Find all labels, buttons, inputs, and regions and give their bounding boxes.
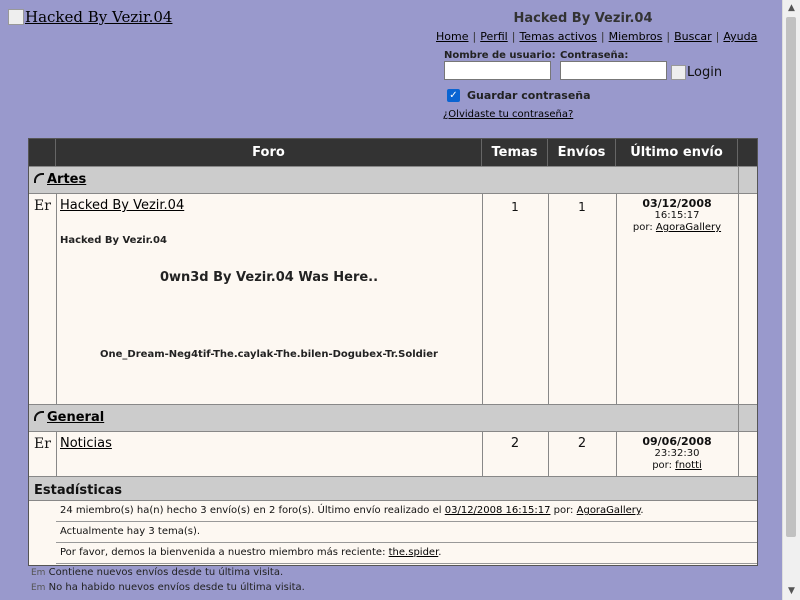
forum-description-title: Hacked By Vezir.04 [60,235,167,246]
header-topics: Temas [482,139,548,166]
forum-status-icon: Er [34,436,51,452]
header-extra-cell [738,139,757,166]
last-post-user-link[interactable]: fnotti [675,460,702,471]
stats-last-post-link[interactable]: 03/12/2008 16:15:17 [445,505,551,516]
header-forum: Foro [56,139,482,166]
login-button-label: Login [687,65,723,80]
nav-separator: | [666,30,671,43]
header-last-post: Último envío [616,139,738,166]
top-navigation: Home | Perfil | Temas activos | Miembros | Busca… [436,30,757,43]
forum-description-credits: One_Dream-Neg4tif-The.caylak-The.bilen-D… [100,349,438,360]
stats-period: . [438,547,442,558]
forum-link[interactable]: Noticias [60,436,112,451]
category-link-artes[interactable]: Artes [47,172,86,187]
newest-member-link[interactable]: the.spider [389,547,439,558]
legend-no-new-posts: Em No ha habido nuevos envíos desde tu ú… [31,582,305,593]
broken-image-icon [8,9,24,25]
stats-welcome-text: Por favor, demos la bienvenida a nuestro… [60,547,386,558]
no-new-posts-icon: Em [31,583,46,593]
stats-by-label: por: [553,505,574,516]
forum-topics-count: 2 [510,436,520,451]
legend-new-posts: Em Contiene nuevos envíos desde tu últim… [31,567,283,578]
category-link-general[interactable]: General [47,410,104,425]
column-divider [738,405,739,431]
nav-members-link[interactable]: Miembros [609,30,663,43]
site-title: Hacked By Vezir.04 [513,11,653,26]
password-label: Contraseña: [560,50,629,61]
stats-posts-text: 24 miembro(s) ha(n) hecho 3 envío(s) en … [60,505,442,516]
column-divider [56,432,57,476]
site-logo-link[interactable]: Hacked By Vezir.04 [8,8,172,26]
username-label: Nombre de usuario: [444,50,556,61]
header-icon-cell [29,139,56,166]
category-row-general: General [29,404,757,432]
stats-line-newest-member: Por favor, demos la bienvenida a nuestro… [56,543,757,564]
broken-image-icon [671,65,686,80]
scrollbar-thumb[interactable] [786,17,796,537]
forgot-password-link[interactable]: ¿Olvidaste tu contraseña? [443,109,573,120]
scroll-down-arrow-icon[interactable]: ▼ [783,583,800,600]
column-divider [548,194,549,404]
last-post-time: 23:32:30 [654,448,700,459]
column-divider [738,432,739,476]
nav-search-link[interactable]: Buscar [674,30,712,43]
remember-password[interactable]: ✓ Guardar contraseña [447,89,591,102]
last-post-author: por: AgoraGallery [616,222,738,234]
column-divider [738,167,739,193]
last-post-author: por: fnotti [616,460,738,472]
category-collapse-icon[interactable] [34,173,44,183]
column-divider [56,194,57,404]
username-input[interactable] [444,61,551,80]
last-post-user-link[interactable]: AgoraGallery [656,222,721,233]
remember-checkbox[interactable]: ✓ [447,89,460,102]
vertical-scrollbar[interactable]: ▲ ▼ [782,0,800,600]
stats-line-topics: Actualmente hay 3 tema(s). [56,522,757,543]
new-posts-icon: Em [31,568,46,578]
category-row-artes: Artes [29,166,757,194]
login-button[interactable]: Login [671,65,722,80]
forum-status-icon: Er [34,198,51,214]
stats-line-posts: 24 miembro(s) ha(n) hecho 3 envío(s) en … [56,501,757,522]
forum-last-post: 03/12/2008 16:15:17 por: AgoraGallery [616,198,738,234]
legend-no-new-posts-text: No ha habido nuevos envíos desde tu últi… [48,582,305,593]
nav-separator: | [600,30,605,43]
stats-period: . [640,505,644,516]
nav-separator: | [715,30,720,43]
forum-link[interactable]: Hacked By Vezir.04 [60,198,184,213]
stats-spacer [29,501,56,564]
scroll-up-arrow-icon[interactable]: ▲ [783,0,800,17]
last-post-time: 16:15:17 [654,210,700,221]
nav-profile-link[interactable]: Perfil [480,30,508,43]
nav-help-link[interactable]: Ayuda [723,30,757,43]
forum-posts-count: 1 [578,200,586,214]
last-post-date: 03/12/2008 [642,197,712,210]
header-posts: Envíos [548,139,616,166]
stats-last-user-link[interactable]: AgoraGallery [577,505,641,516]
last-post-by-label: por: [652,460,672,471]
legend-new-posts-text: Contiene nuevos envíos desde tu última v… [48,567,284,578]
nav-active-topics-link[interactable]: Temas activos [519,30,596,43]
remember-label: Guardar contraseña [467,89,591,102]
column-divider [738,194,739,404]
forum-posts-count: 2 [577,436,587,451]
category-collapse-icon[interactable] [34,411,44,421]
last-post-date: 09/06/2008 [642,435,712,448]
stats-header: Estadísticas [29,476,757,501]
nav-separator: | [511,30,516,43]
forum-table: Foro Temas Envíos Último envío Artes Er … [28,138,758,566]
nav-separator: | [472,30,477,43]
forum-topics-count: 1 [511,200,519,214]
last-post-by-label: por: [632,222,653,233]
password-input[interactable] [560,61,667,80]
forum-description-main: 0wn3d By Vezir.04 Was Here.. [159,270,379,285]
logo-alt-text: Hacked By Vezir.04 [25,8,173,26]
nav-home-link[interactable]: Home [436,30,468,43]
forum-last-post: 09/06/2008 23:32:30 por: fnotti [616,436,738,472]
column-divider [482,194,483,404]
